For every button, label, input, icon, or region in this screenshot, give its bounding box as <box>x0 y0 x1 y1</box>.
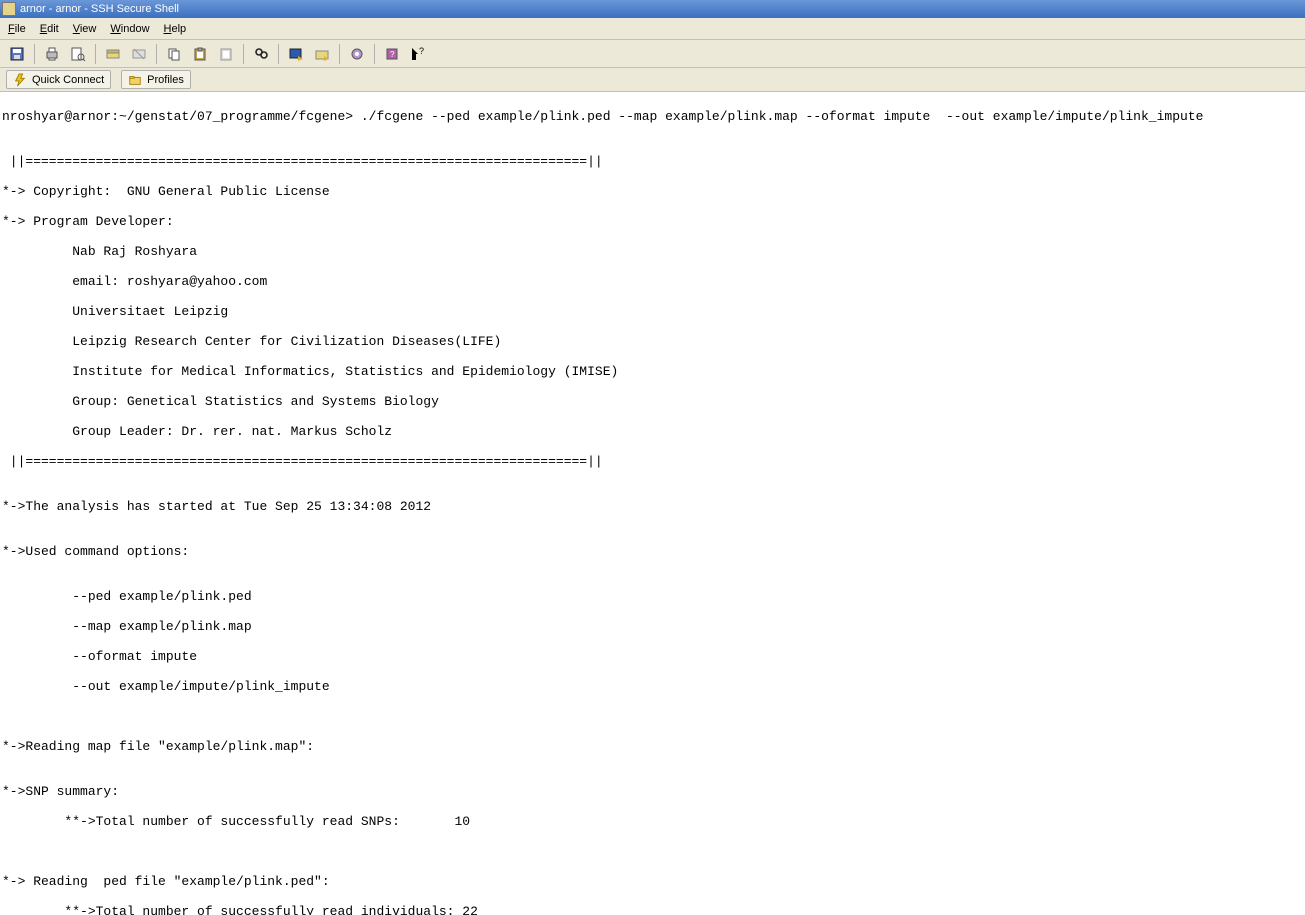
window-title: arnor - arnor - SSH Secure Shell <box>20 3 179 15</box>
terminal-line: *->The analysis has started at Tue Sep 2… <box>2 499 1303 514</box>
terminal-line: --oformat impute <box>2 649 1303 664</box>
app-icon <box>2 2 16 16</box>
menu-edit[interactable]: Edit <box>40 23 59 35</box>
svg-text:?: ? <box>390 50 395 59</box>
terminal-line: --map example/plink.map <box>2 619 1303 634</box>
settings-icon[interactable] <box>346 43 368 65</box>
terminal-line: ||======================================… <box>2 154 1303 169</box>
menu-file[interactable]: File <box>8 23 26 35</box>
terminal-line: nroshyar@arnor:~/genstat/07_programme/fc… <box>2 109 1303 124</box>
quick-connect-button[interactable]: Quick Connect <box>6 70 111 89</box>
disconnect-icon[interactable] <box>128 43 150 65</box>
terminal-line: *->Used command options: <box>2 544 1303 559</box>
terminal-line: *->SNP summary: <box>2 784 1303 799</box>
quick-bar: Quick Connect Profiles <box>0 68 1305 92</box>
menu-view[interactable]: View <box>73 23 97 35</box>
titlebar: arnor - arnor - SSH Secure Shell <box>0 0 1305 18</box>
terminal-line: **->Total number of successfully read SN… <box>2 814 1303 829</box>
profiles-label: Profiles <box>147 74 184 86</box>
terminal-line: *-> Copyright: GNU General Public Licens… <box>2 184 1303 199</box>
terminal-line: ||======================================… <box>2 454 1303 469</box>
paste-selection-icon[interactable] <box>215 43 237 65</box>
context-help-icon[interactable]: ? <box>407 43 429 65</box>
terminal-line: *-> Reading ped file "example/plink.ped"… <box>2 874 1303 889</box>
terminal-line: Institute for Medical Informatics, Stati… <box>2 364 1303 379</box>
terminal-line: Nab Raj Roshyara <box>2 244 1303 259</box>
terminal-line: --out example/impute/plink_impute <box>2 679 1303 694</box>
find-icon[interactable] <box>250 43 272 65</box>
quick-connect-label: Quick Connect <box>32 74 104 86</box>
folder-icon <box>128 73 142 87</box>
terminal-line: --ped example/plink.ped <box>2 589 1303 604</box>
terminal-area[interactable]: nroshyar@arnor:~/genstat/07_programme/fc… <box>0 92 1305 915</box>
menu-bar: File Edit View Window Help <box>0 18 1305 40</box>
lightning-icon <box>13 73 27 87</box>
save-icon[interactable] <box>6 43 28 65</box>
terminal-line: *->Reading map file "example/plink.map": <box>2 739 1303 754</box>
print-icon[interactable] <box>41 43 63 65</box>
profiles-button[interactable]: Profiles <box>121 70 191 89</box>
menu-window[interactable]: Window <box>110 23 149 35</box>
print-preview-icon[interactable] <box>67 43 89 65</box>
terminal-line: **->Total number of successfully read in… <box>2 904 1303 915</box>
connect-icon[interactable] <box>102 43 124 65</box>
terminal-line: Universitaet Leipzig <box>2 304 1303 319</box>
help-book-icon[interactable]: ? <box>381 43 403 65</box>
new-terminal-icon[interactable] <box>285 43 307 65</box>
toolbar: ? ? <box>0 40 1305 68</box>
terminal-line: Leipzig Research Center for Civilization… <box>2 334 1303 349</box>
svg-text:?: ? <box>419 46 424 56</box>
terminal-line: Group Leader: Dr. rer. nat. Markus Schol… <box>2 424 1303 439</box>
terminal-line: email: roshyara@yahoo.com <box>2 274 1303 289</box>
menu-help[interactable]: Help <box>164 23 187 35</box>
paste-icon[interactable] <box>189 43 211 65</box>
copy-icon[interactable] <box>163 43 185 65</box>
new-file-transfer-icon[interactable] <box>311 43 333 65</box>
terminal-line: Group: Genetical Statistics and Systems … <box>2 394 1303 409</box>
terminal-line: *-> Program Developer: <box>2 214 1303 229</box>
